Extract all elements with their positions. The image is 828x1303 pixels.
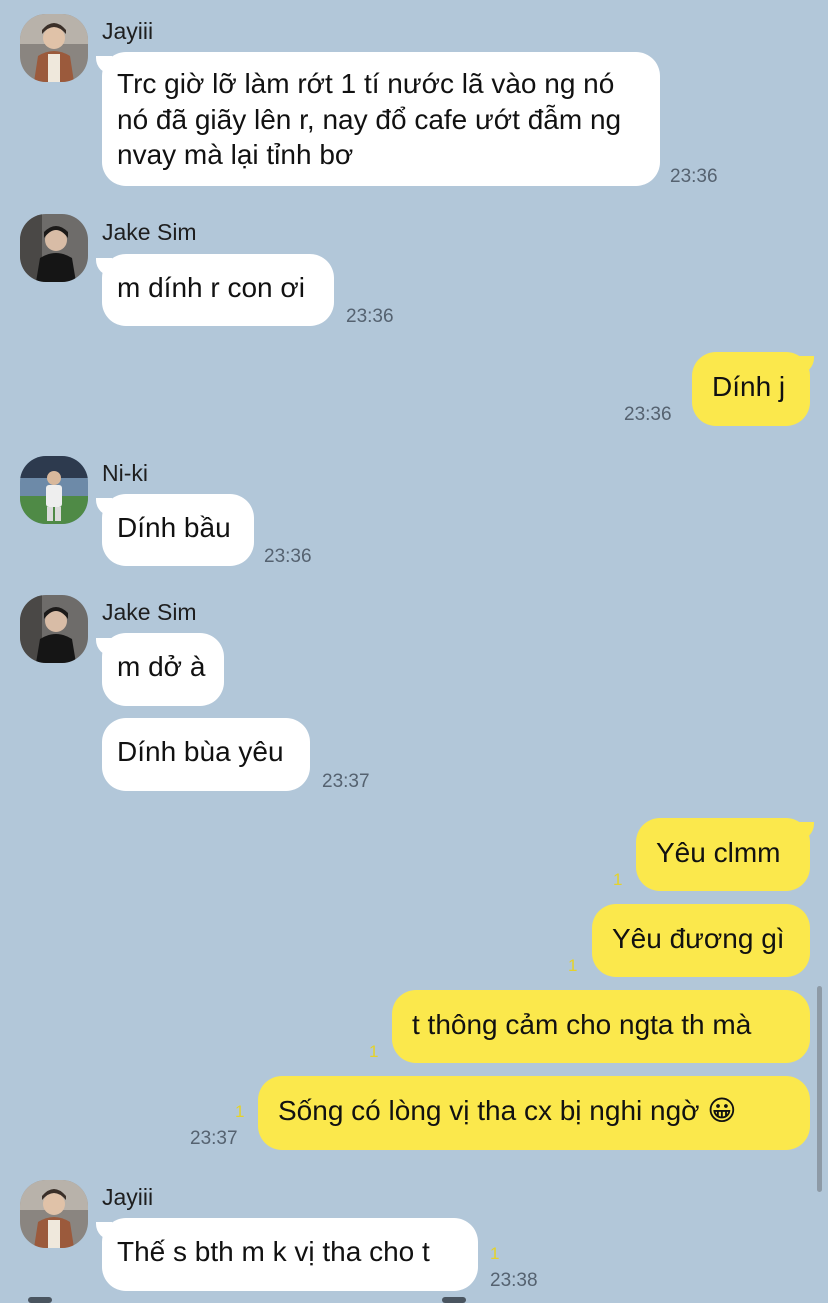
avatar-jake-sim[interactable]: [20, 214, 88, 282]
message-bubble-outgoing[interactable]: Sống có lòng vị tha cx bị nghi ngờ 😀: [258, 1076, 810, 1150]
message-time: 23:38: [490, 1270, 538, 1291]
unread-count: 1: [613, 870, 623, 889]
sender-name: Jayiii: [102, 18, 154, 44]
message-bubble-incoming[interactable]: Dính bùa yêu: [102, 718, 310, 791]
message-bubble-incoming[interactable]: m dính r con ơi: [102, 254, 334, 326]
message-bubble-outgoing[interactable]: Yêu clmm: [636, 818, 810, 891]
unread-count: 1: [369, 1042, 379, 1061]
message-time: 23:37: [190, 1128, 238, 1149]
message-bubble-incoming[interactable]: m dở à: [102, 633, 224, 706]
message-time: 23:37: [322, 771, 370, 792]
message-bubble-outgoing[interactable]: Dính j: [692, 352, 810, 426]
message-time: 23:36: [264, 546, 312, 567]
message-bubble-outgoing[interactable]: Yêu đương gì: [592, 904, 810, 977]
message-time: 23:36: [624, 404, 672, 425]
avatar-jayiii[interactable]: [20, 14, 88, 82]
message-bubble-incoming[interactable]: Trc giờ lỡ làm rớt 1 tí nước lã vào ng n…: [102, 52, 660, 186]
unread-count: 1: [568, 956, 578, 975]
next-message-edge: [442, 1297, 466, 1303]
next-message-edge: [28, 1297, 52, 1303]
avatar-ni-ki[interactable]: [20, 456, 88, 524]
sender-name: Ni-ki: [102, 460, 148, 486]
sender-name: Jayiii: [102, 1184, 154, 1210]
message-time: 23:36: [346, 306, 394, 327]
sender-name: Jake Sim: [102, 599, 197, 625]
avatar-jake-sim[interactable]: [20, 595, 88, 663]
unread-count: 1: [235, 1102, 245, 1121]
chat-room[interactable]: Jayiii Trc giờ lỡ làm rớt 1 tí nước lã v…: [0, 0, 828, 1303]
scrollbar[interactable]: [817, 986, 822, 1192]
sender-name: Jake Sim: [102, 219, 197, 245]
avatar-jayiii[interactable]: [20, 1180, 88, 1248]
message-bubble-outgoing[interactable]: t thông cảm cho ngta th mà: [392, 990, 810, 1063]
message-bubble-incoming[interactable]: Thế s bth m k vị tha cho t: [102, 1218, 478, 1291]
unread-count: 1: [490, 1244, 500, 1263]
message-bubble-incoming[interactable]: Dính bầu: [102, 494, 254, 566]
message-time: 23:36: [670, 166, 718, 187]
